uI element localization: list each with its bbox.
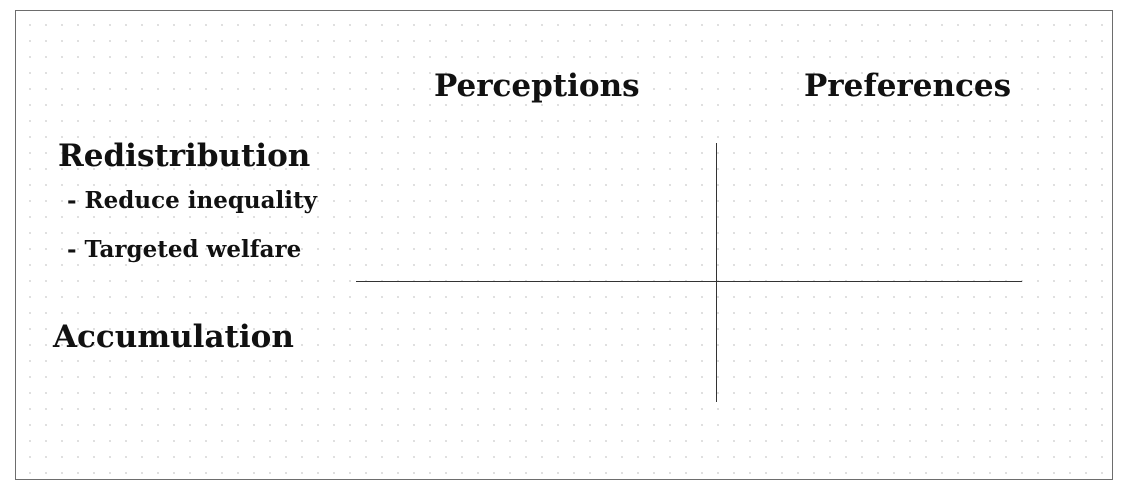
- column-header-preferences: Preferences: [804, 68, 1012, 104]
- sub-item-bullet: -: [67, 236, 77, 263]
- horizontal-divider-line: [356, 281, 1022, 282]
- column-header-perceptions: Perceptions: [434, 68, 640, 104]
- sub-item-bullet: -: [67, 187, 77, 214]
- vertical-divider-line: [716, 143, 717, 402]
- sub-item-label: Reduce inequality: [84, 187, 318, 214]
- sub-item-targeted-welfare: - Targeted welfare: [67, 238, 301, 261]
- sub-item-label: Targeted welfare: [84, 236, 302, 263]
- sub-item-reduce-inequality: - Reduce inequality: [67, 189, 317, 212]
- row-header-redistribution: Redistribution: [58, 138, 311, 174]
- row-header-accumulation: Accumulation: [53, 319, 294, 355]
